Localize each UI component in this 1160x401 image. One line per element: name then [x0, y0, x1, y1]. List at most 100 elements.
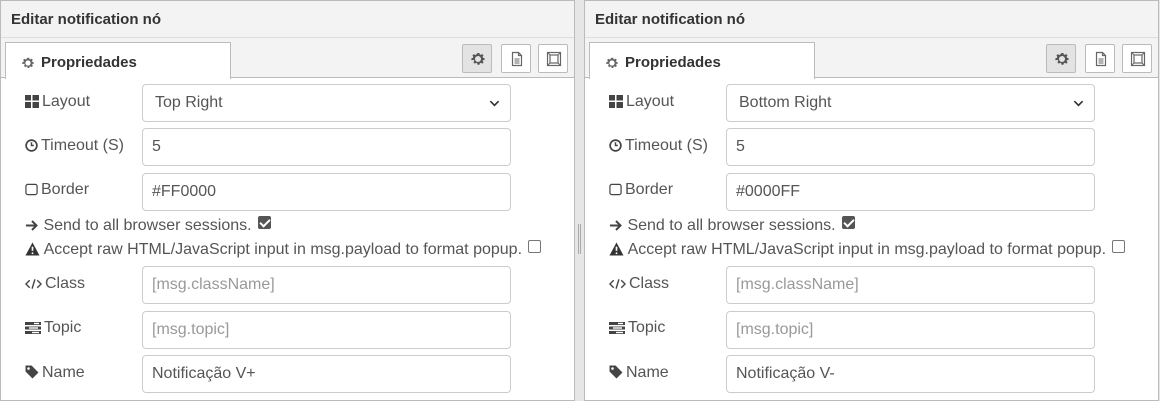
name-label: Name	[25, 364, 85, 382]
name-input[interactable]: Notificação V-	[726, 355, 1095, 393]
send-all-label: Send to all browser sessions.	[43, 217, 252, 234]
th-large-icon	[25, 95, 39, 108]
send-all-row: Send to all browser sessions.	[609, 216, 855, 235]
raw-html-label: Accept raw HTML/JavaScript input in msg.…	[43, 241, 523, 258]
topic-placeholder: [msg.topic]	[736, 321, 814, 338]
topic-label-text: Topic	[44, 319, 82, 336]
raw-html-checkbox[interactable]	[1112, 240, 1126, 253]
timeout-label-text: Timeout (S)	[41, 137, 124, 154]
tab-properties[interactable]: Propriedades	[589, 42, 815, 79]
class-placeholder: [msg.className]	[152, 276, 275, 293]
tasks-icon	[609, 322, 625, 334]
class-label: Class	[609, 275, 669, 293]
clock-icon	[25, 139, 38, 152]
raw-html-row: Accept raw HTML/JavaScript input in msg.…	[25, 240, 542, 259]
raw-html-label: Accept raw HTML/JavaScript input in msg.…	[627, 241, 1107, 258]
topic-input[interactable]: [msg.topic]	[142, 311, 511, 349]
description-button[interactable]	[1085, 44, 1115, 73]
class-label: Class	[25, 275, 85, 293]
border-input[interactable]: #FF0000	[142, 173, 511, 211]
border-label-text: Border	[625, 181, 674, 198]
tray-header: Editar notification nó	[1, 1, 574, 38]
square-icon	[25, 183, 38, 196]
tab-strip: Propriedades	[1, 38, 574, 79]
settings-button[interactable]	[1046, 44, 1076, 73]
window-icon	[1130, 51, 1146, 67]
layout-select[interactable]: Top Right	[142, 84, 511, 122]
name-value: Notificação V-	[736, 365, 835, 382]
border-label: Border	[25, 181, 89, 199]
class-placeholder: [msg.className]	[736, 276, 859, 293]
timeout-input[interactable]: 5	[142, 128, 511, 166]
topic-label-text: Topic	[628, 319, 666, 336]
code-icon	[25, 279, 42, 289]
th-large-icon	[609, 95, 623, 108]
border-value: #FF0000	[152, 183, 217, 200]
layout-select-value: Bottom Right	[739, 94, 832, 111]
tab-properties[interactable]: Propriedades	[5, 42, 231, 79]
border-value: #0000FF	[736, 183, 801, 200]
send-all-checkbox[interactable]	[257, 216, 271, 229]
topic-label: Topic	[25, 319, 81, 337]
send-all-label: Send to all browser sessions.	[627, 217, 836, 234]
editor-panel-2: Editar notification nó Propriedades Layo…	[584, 0, 1159, 401]
description-button[interactable]	[501, 44, 531, 73]
class-label-text: Class	[45, 275, 86, 292]
raw-html-checkbox[interactable]	[528, 240, 542, 253]
timeout-label-text: Timeout (S)	[625, 137, 708, 154]
topic-label: Topic	[609, 319, 665, 337]
layout-label-text: Layout	[42, 93, 91, 110]
name-label-text: Name	[42, 364, 85, 381]
appearance-button[interactable]	[1122, 44, 1152, 73]
chevron-down-icon	[1073, 100, 1084, 107]
border-label-text: Border	[41, 181, 90, 198]
editor-panel-1: Editar notification nó Propriedades Layo…	[0, 0, 575, 401]
window-icon	[546, 51, 562, 67]
layout-label-text: Layout	[626, 93, 675, 110]
arrow-right-icon	[610, 220, 622, 231]
appearance-button[interactable]	[538, 44, 568, 73]
gear-icon	[605, 56, 619, 70]
layout-label: Layout	[25, 93, 90, 111]
tag-icon	[609, 365, 623, 379]
gear-icon	[471, 53, 485, 65]
send-all-checkbox[interactable]	[841, 216, 855, 229]
gear-icon	[21, 56, 35, 70]
topic-placeholder: [msg.topic]	[152, 321, 230, 338]
tray-title: Editar notification nó	[595, 11, 745, 28]
tab-label: Propriedades	[41, 54, 137, 71]
layout-select[interactable]: Bottom Right	[726, 84, 1095, 122]
name-label-text: Name	[626, 364, 669, 381]
timeout-label: Timeout (S)	[25, 137, 124, 155]
class-input[interactable]: [msg.className]	[142, 266, 511, 304]
square-icon	[609, 183, 622, 196]
border-label: Border	[609, 181, 673, 199]
layout-label: Layout	[609, 93, 674, 111]
layout-select-value: Top Right	[155, 94, 223, 111]
tab-strip: Propriedades	[585, 38, 1158, 79]
warning-icon	[25, 242, 40, 256]
timeout-value: 5	[152, 138, 161, 155]
class-input[interactable]: [msg.className]	[726, 266, 1095, 304]
settings-button[interactable]	[462, 44, 492, 73]
file-icon	[511, 51, 523, 67]
chevron-down-icon	[489, 100, 500, 107]
tray-title: Editar notification nó	[11, 11, 161, 28]
timeout-input[interactable]: 5	[726, 128, 1095, 166]
name-label: Name	[609, 364, 669, 382]
file-icon	[1095, 51, 1107, 67]
code-icon	[609, 279, 626, 289]
tray-header: Editar notification nó	[585, 1, 1158, 38]
class-label-text: Class	[629, 275, 670, 292]
tag-icon	[25, 365, 39, 379]
panel-splitter[interactable]	[578, 224, 581, 254]
arrow-right-icon	[26, 220, 38, 231]
send-all-row: Send to all browser sessions.	[25, 216, 271, 235]
border-input[interactable]: #0000FF	[726, 173, 1095, 211]
timeout-label: Timeout (S)	[609, 137, 708, 155]
name-input[interactable]: Notificação V+	[142, 355, 511, 393]
clock-icon	[609, 139, 622, 152]
topic-input[interactable]: [msg.topic]	[726, 311, 1095, 349]
warning-icon	[609, 242, 624, 256]
tab-label: Propriedades	[625, 54, 721, 71]
